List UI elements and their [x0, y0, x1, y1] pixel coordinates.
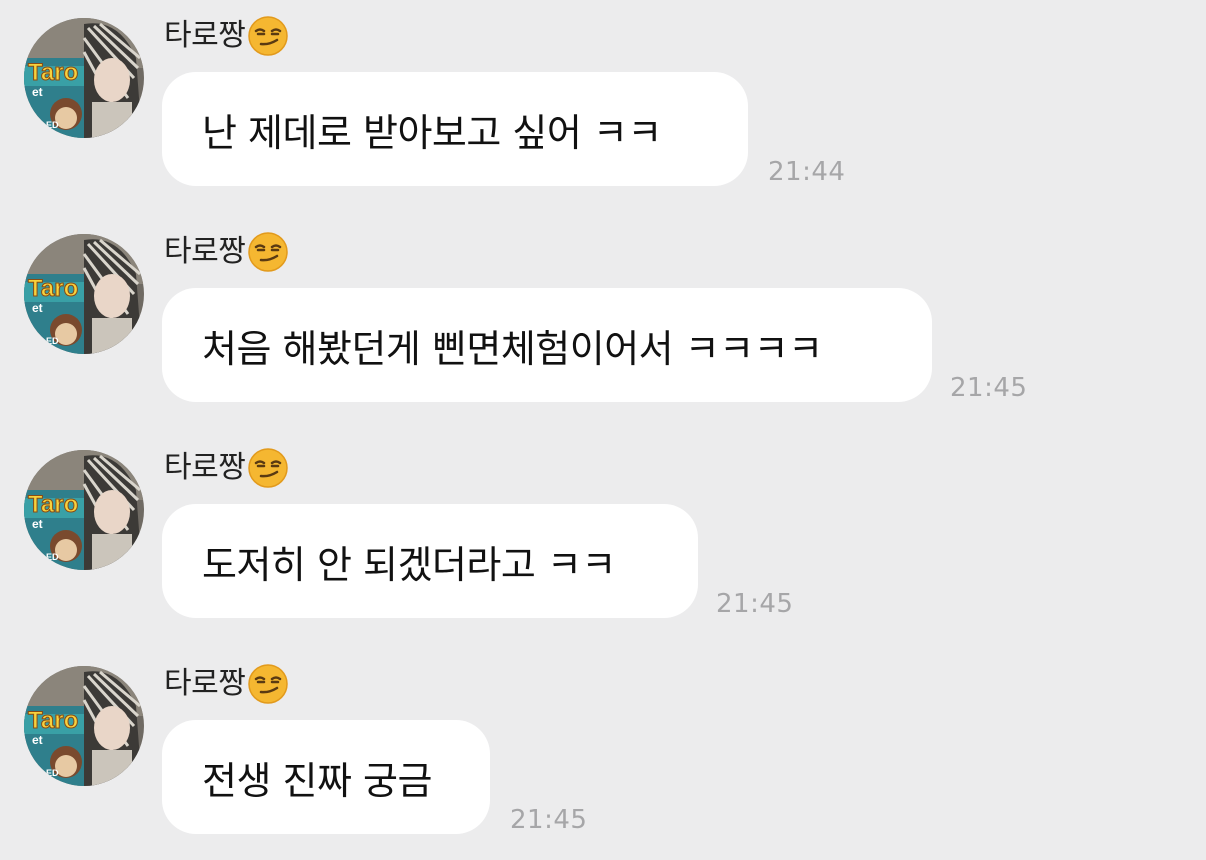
- svg-text:Taro: Taro: [28, 275, 78, 302]
- svg-text:et: et: [32, 85, 43, 99]
- sender-name: 타로짱: [164, 666, 246, 701]
- svg-text:ED: ED: [46, 552, 59, 562]
- message-bubble[interactable]: 전생 진짜 궁금: [162, 720, 490, 834]
- avatar-image: Taro et ED: [24, 666, 144, 786]
- svg-text:et: et: [32, 517, 43, 531]
- svg-text:et: et: [32, 733, 43, 747]
- sender-name: 타로짱: [164, 18, 246, 53]
- svg-text:et: et: [32, 301, 43, 315]
- smirking-face-icon: [248, 664, 289, 704]
- sender-label: 타로짱: [164, 16, 289, 56]
- timestamp: 21:45: [510, 805, 588, 835]
- sender-label: 타로짱: [164, 232, 289, 272]
- avatar[interactable]: Taro et ED: [24, 234, 144, 354]
- svg-text:ED: ED: [46, 336, 59, 346]
- smirking-face-icon: [248, 232, 289, 272]
- avatar[interactable]: Taro et ED: [24, 18, 144, 138]
- avatar-image: Taro et ED: [24, 234, 144, 354]
- message-bubble[interactable]: 도저히 안 되겠더라고 ㅋㅋ: [162, 504, 698, 618]
- timestamp: 21:44: [768, 157, 846, 187]
- message-row: Taro et ED 타로짱 난 제데로 받아보고 싶어 ㅋㅋ 21:44: [0, 16, 1206, 216]
- smirking-face-icon: [248, 16, 289, 56]
- svg-text:ED: ED: [46, 768, 59, 778]
- avatar[interactable]: Taro et ED: [24, 666, 144, 786]
- svg-text:Taro: Taro: [28, 491, 78, 518]
- avatar-image: Taro et ED: [24, 450, 144, 570]
- sender-label: 타로짱: [164, 448, 289, 488]
- message-bubble[interactable]: 난 제데로 받아보고 싶어 ㅋㅋ: [162, 72, 748, 186]
- sender-label: 타로짱: [164, 664, 289, 704]
- chat-view: Taro et ED 타로짱 난 제데로 받아보고 싶어 ㅋㅋ 21:44 Ta…: [0, 0, 1206, 860]
- avatar[interactable]: Taro et ED: [24, 450, 144, 570]
- smirking-face-icon: [248, 448, 289, 488]
- timestamp: 21:45: [716, 589, 794, 619]
- sender-name: 타로짱: [164, 450, 246, 485]
- sender-name: 타로짱: [164, 234, 246, 269]
- svg-text:Taro: Taro: [28, 707, 78, 734]
- message-bubble[interactable]: 처음 해봤던게 삔면체험이어서 ㅋㅋㅋㅋ: [162, 288, 932, 402]
- message-row: Taro et ED 타로짱 도저히 안 되겠더라고 ㅋㅋ 21:45: [0, 448, 1206, 648]
- message-row: Taro et ED 타로짱 처음 해봤던게 삔면체험이어서 ㅋㅋㅋㅋ 21:4…: [0, 232, 1206, 432]
- svg-text:Taro: Taro: [28, 59, 78, 86]
- message-row: Taro et ED 타로짱 전생 진짜 궁금 21:45: [0, 664, 1206, 860]
- svg-text:ED: ED: [46, 120, 59, 130]
- timestamp: 21:45: [950, 373, 1028, 403]
- avatar-image: Taro et ED: [24, 18, 144, 138]
